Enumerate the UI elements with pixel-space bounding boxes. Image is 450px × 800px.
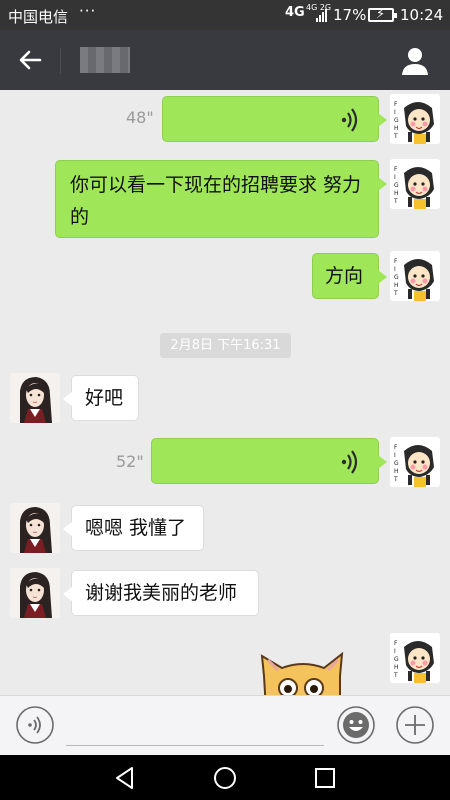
my-avatar[interactable] xyxy=(390,437,440,487)
text-message-bubble[interactable]: 谢谢我美丽的老师 xyxy=(63,570,259,616)
chat-message-list[interactable]: 48" 你可以看一下现在的招聘要求 努力 的 方向 2月8日 下午16:31 好… xyxy=(0,90,450,695)
signal-icon xyxy=(316,9,327,22)
clock: 10:24 xyxy=(400,6,444,24)
cat-sticker[interactable] xyxy=(258,650,348,695)
voice-message-bubble[interactable] xyxy=(162,96,387,142)
arrow-left-icon[interactable] xyxy=(14,44,46,76)
voice-waves-icon xyxy=(340,107,362,133)
message-text: 好吧 xyxy=(85,387,124,409)
my-avatar[interactable] xyxy=(390,633,440,683)
carrier-label: 中国电信 xyxy=(8,8,69,26)
charging-bolt-icon: ⚡ xyxy=(376,7,386,22)
message-text-line: 的 xyxy=(70,206,90,228)
voice-mode-icon[interactable] xyxy=(15,705,55,745)
battery-percent: 17% xyxy=(333,6,367,24)
text-message-bubble[interactable]: 方向 xyxy=(312,253,387,299)
voice-message-bubble[interactable] xyxy=(151,438,387,484)
message-text: 方向 xyxy=(325,265,364,287)
my-avatar[interactable] xyxy=(390,251,440,301)
message-text-field[interactable] xyxy=(66,745,324,746)
text-message-bubble[interactable]: 你可以看一下现在的招聘要求 努力 的 xyxy=(55,160,387,238)
contact-avatar[interactable] xyxy=(10,373,60,423)
emoji-icon[interactable] xyxy=(336,705,376,745)
my-avatar[interactable] xyxy=(390,159,440,209)
square-recents-icon[interactable] xyxy=(312,765,338,791)
message-timestamp: 2月8日 下午16:31 xyxy=(160,333,291,358)
network-type: 4G xyxy=(285,5,305,20)
message-text: 谢谢我美丽的老师 xyxy=(85,582,238,604)
battery-icon: ⚡ xyxy=(368,7,397,22)
contact-name xyxy=(80,47,130,73)
text-message-bubble[interactable]: 好吧 xyxy=(63,375,139,421)
title-separator xyxy=(60,48,61,74)
contact-avatar[interactable] xyxy=(10,568,60,618)
my-avatar[interactable] xyxy=(390,94,440,144)
system-nav-bar xyxy=(0,755,450,800)
message-text-line: 你可以看一下现在的招聘要求 努力 xyxy=(70,174,362,196)
plus-icon[interactable] xyxy=(395,705,435,745)
contact-avatar[interactable] xyxy=(10,503,60,553)
voice-duration: 48" xyxy=(126,108,154,127)
triangle-back-icon[interactable] xyxy=(112,765,138,791)
notification-dots: ··· xyxy=(79,2,97,20)
text-message-bubble[interactable]: 嗯嗯 我懂了 xyxy=(63,505,204,551)
voice-waves-icon xyxy=(340,449,362,475)
status-bar: 中国电信 ··· 4G 4G 2G 17% ⚡ 10:24 xyxy=(0,0,450,30)
chat-title-bar xyxy=(0,30,450,90)
circle-home-icon[interactable] xyxy=(212,765,238,791)
person-icon[interactable] xyxy=(398,44,432,78)
message-input-bar xyxy=(0,695,450,755)
voice-duration: 52" xyxy=(116,452,144,471)
message-text: 嗯嗯 我懂了 xyxy=(85,517,187,539)
